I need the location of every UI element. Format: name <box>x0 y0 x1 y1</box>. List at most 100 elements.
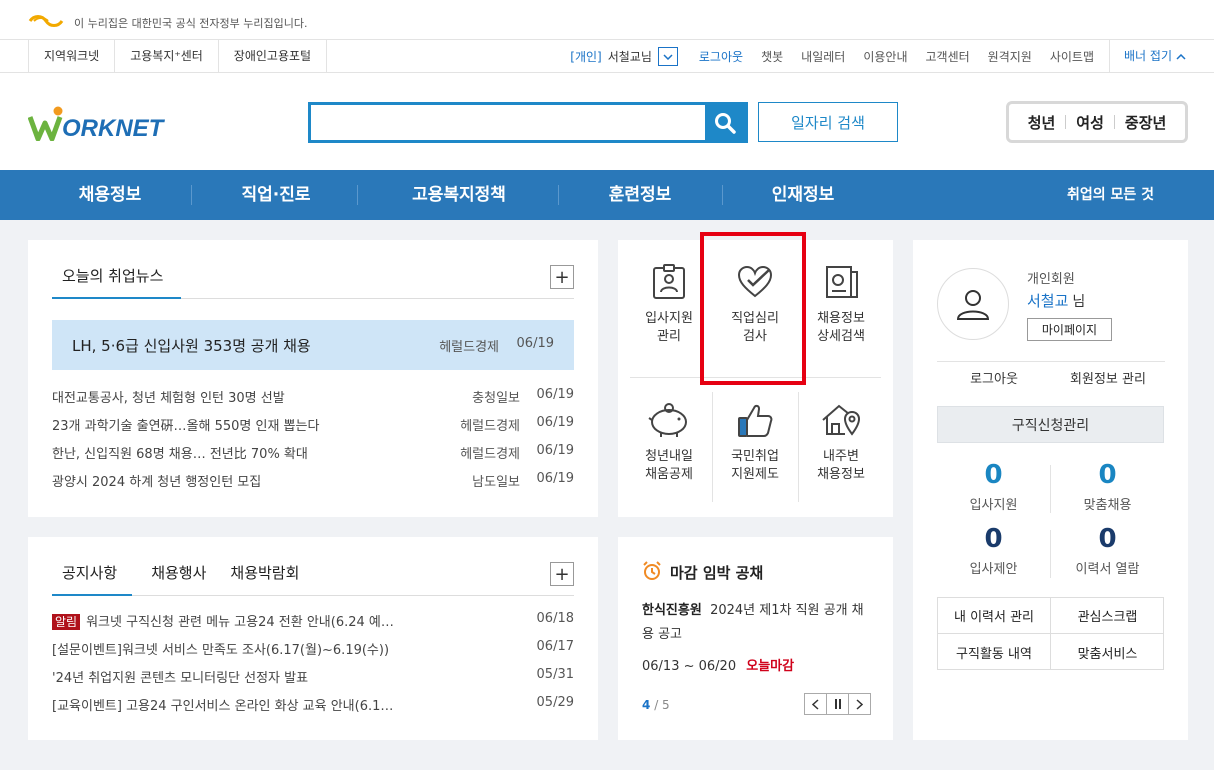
stat-applications[interactable]: 0 입사지원 <box>937 460 1050 513</box>
search-input[interactable] <box>311 105 709 140</box>
notice-item-title: '24년 취업지원 콘텐츠 모니터링단 선정자 발표 <box>52 671 309 686</box>
headline-date: 06/19 <box>516 336 554 351</box>
my-resume-button[interactable]: 내 이력서 관리 <box>938 598 1051 634</box>
piggy-bank-icon <box>648 403 687 437</box>
tab-women[interactable]: 여성 <box>1066 112 1114 133</box>
news-item[interactable]: 대전교통공사, 청년 체험형 인턴 30명 선발 충청일보 06/19 <box>52 387 574 407</box>
news-item[interactable]: 광양시 2024 하계 청년 행정인턴 모집 남도일보 06/19 <box>52 471 574 491</box>
stat-value: 0 <box>1098 524 1117 554</box>
nav-training[interactable]: 훈련정보 <box>578 170 702 220</box>
quick-menu-youth-savings[interactable]: 청년내일 채움공제 <box>626 400 712 484</box>
chevron-up-icon <box>1176 53 1186 60</box>
sitemap-link[interactable]: 사이트맵 <box>1050 48 1094 65</box>
news-item-source: 헤럴드경제 <box>460 447 520 462</box>
deadline-status: 오늘마감 <box>746 659 795 674</box>
news-card: 오늘의 취업뉴스 + LH, 5·6급 신입사원 353명 공개 채용 헤럴드경… <box>28 240 598 517</box>
pager-controls <box>804 693 871 715</box>
deadline-post[interactable]: 한식진흥원 2024년 제1차 직원 공개 채용 공고 <box>642 599 874 647</box>
prev-button[interactable] <box>804 693 827 715</box>
divider <box>558 185 559 205</box>
link-regional-worknet[interactable]: 지역워크넷 <box>28 40 114 73</box>
quick-menu-national-employment[interactable]: 국민취업 지원제도 <box>712 400 798 484</box>
nav-career[interactable]: 직업·진로 <box>214 170 338 220</box>
quick-menu-nearby-jobs[interactable]: 내주변 채용정보 <box>798 400 884 484</box>
tab-youth[interactable]: 청년 <box>1018 112 1066 133</box>
nav-welfare-policy[interactable]: 고용복지정책 <box>389 170 529 220</box>
quick-menu-label: 청년내일 <box>645 449 693 464</box>
stat-matched-jobs[interactable]: 0 맞춤채용 <box>1051 460 1164 513</box>
worknet-logo[interactable]: ORKNET <box>27 105 180 145</box>
search-button[interactable] <box>705 102 745 143</box>
stat-value: 0 <box>1098 460 1117 490</box>
news-more-button[interactable]: + <box>550 265 574 289</box>
news-item-title: 대전교통공사, 청년 체험형 인턴 30명 선발 <box>52 391 285 406</box>
newsletter-link[interactable]: 내일레터 <box>801 48 845 65</box>
mypage-button[interactable]: 마이페이지 <box>1027 318 1112 341</box>
quick-menu-job-search-detail[interactable]: 채용정보 상세검색 <box>798 262 884 346</box>
stat-label: 맞춤채용 <box>1083 498 1132 513</box>
user-menu-dropdown[interactable] <box>657 47 678 66</box>
tab-notice[interactable]: 공지사항 <box>52 562 127 583</box>
notice-item[interactable]: [교육이벤트] 고용24 구인서비스 온라인 화상 교육 안내(6.1… 05/… <box>52 695 574 715</box>
gov-banner-strip: 이 누리집은 대한민국 공식 전자정부 누리집입니다. <box>0 0 1214 40</box>
pager-total: / 5 <box>654 698 670 712</box>
remote-support-link[interactable]: 원격지원 <box>988 48 1032 65</box>
member-type-tag: [개인] <box>570 50 602 64</box>
nav-talent[interactable]: 인재정보 <box>741 170 865 220</box>
guide-link[interactable]: 이용안내 <box>863 48 907 65</box>
alert-badge: 알림 <box>52 614 81 630</box>
news-item-date: 06/19 <box>536 415 574 430</box>
member-name-text: 서철교 <box>1027 292 1069 310</box>
notice-item[interactable]: [설문이벤트]워크넷 서비스 만족도 조사(6.17(월)~6.19(수)) 0… <box>52 639 574 659</box>
notice-item[interactable]: 알림 워크넷 구직신청 관련 메뉴 고용24 전환 안내(6.24 예… 06/1… <box>52 611 574 631</box>
deadline-title: 마감 임박 공채 <box>670 564 764 582</box>
link-disabled-portal[interactable]: 장애인고용포털 <box>217 40 328 73</box>
notice-item-title: 알림 워크넷 구직신청 관련 메뉴 고용24 전환 안내(6.24 예… <box>52 611 394 630</box>
member-info-button[interactable]: 회원정보 관리 <box>1051 368 1165 387</box>
member-links: 로그아웃 회원정보 관리 <box>937 368 1165 387</box>
news-item-title: 광양시 2024 하계 청년 행정인턴 모집 <box>52 475 262 490</box>
job-search-button[interactable]: 일자리 검색 <box>758 102 898 142</box>
tab-middle-aged[interactable]: 중장년 <box>1115 112 1176 133</box>
news-item[interactable]: 한난, 신입직원 68명 채용… 전년比 70% 확대 헤럴드경제 06/19 <box>52 443 574 463</box>
member-name: 서철교 님 <box>1027 290 1085 311</box>
tab-job-fair[interactable]: 채용박람회 <box>230 562 299 583</box>
notice-item[interactable]: '24년 취업지원 콘텐츠 모니터링단 선정자 발표 05/31 <box>52 667 574 687</box>
nav-job-info[interactable]: 채용정보 <box>48 170 172 220</box>
search-box <box>308 102 748 143</box>
banner-fold-button[interactable]: 배너 접기 <box>1109 40 1186 73</box>
quick-menu-label: 지원제도 <box>731 467 779 482</box>
custom-service-button[interactable]: 맞춤서비스 <box>1051 634 1164 670</box>
headline-title: LH, 5·6급 신입사원 353명 공개 채용 <box>72 337 311 355</box>
job-application-manage-button[interactable]: 구직신청관리 <box>937 406 1164 443</box>
news-item-source: 남도일보 <box>472 475 520 490</box>
notice-item-title: [교육이벤트] 고용24 구인서비스 온라인 화상 교육 안내(6.1… <box>52 699 394 714</box>
nav-all-about-jobs[interactable]: 취업의 모든 것 <box>1067 170 1154 220</box>
document-search-icon <box>826 266 858 298</box>
news-item-title: 23개 과학기술 출연硏…올해 550명 인재 뽑는다 <box>52 419 320 434</box>
job-activity-button[interactable]: 구직활동 내역 <box>938 634 1051 670</box>
notice-more-button[interactable]: + <box>550 562 574 586</box>
news-item[interactable]: 23개 과학기술 출연硏…올해 550명 인재 뽑는다 헤럴드경제 06/19 <box>52 415 574 435</box>
gov-banner-text: 이 누리집은 대한민국 공식 전자정부 누리집입니다. <box>74 17 308 30</box>
link-employment-center[interactable]: 고용복지⁺센터 <box>114 40 218 73</box>
member-type: 개인회원 <box>1027 272 1075 287</box>
pause-button[interactable] <box>826 693 849 715</box>
tab-hiring-events[interactable]: 채용행사 <box>151 562 206 583</box>
logout-button[interactable]: 로그아웃 <box>937 368 1051 387</box>
scrap-button[interactable]: 관심스크랩 <box>1051 598 1164 634</box>
notice-item-date: 05/31 <box>536 667 574 682</box>
chatbot-link[interactable]: 챗봇 <box>761 48 783 65</box>
notice-item-title: [설문이벤트]워크넷 서비스 만족도 조사(6.17(월)~6.19(수)) <box>52 643 390 658</box>
notice-tabs: 공지사항 채용행사 채용박람회 <box>52 562 323 583</box>
stat-offers[interactable]: 0 입사제안 <box>937 524 1050 577</box>
house-location-icon <box>822 404 861 436</box>
logo-text: ORKNET <box>62 115 166 141</box>
stat-resume-views[interactable]: 0 이력서 열람 <box>1051 524 1164 577</box>
quick-menu-label: 채용정보 <box>817 311 865 326</box>
divider <box>722 185 723 205</box>
next-button[interactable] <box>848 693 871 715</box>
logout-link[interactable]: 로그아웃 <box>699 48 743 65</box>
news-headline[interactable]: LH, 5·6급 신입사원 353명 공개 채용 헤럴드경제 06/19 <box>52 320 574 370</box>
customer-center-link[interactable]: 고객센터 <box>926 48 970 65</box>
